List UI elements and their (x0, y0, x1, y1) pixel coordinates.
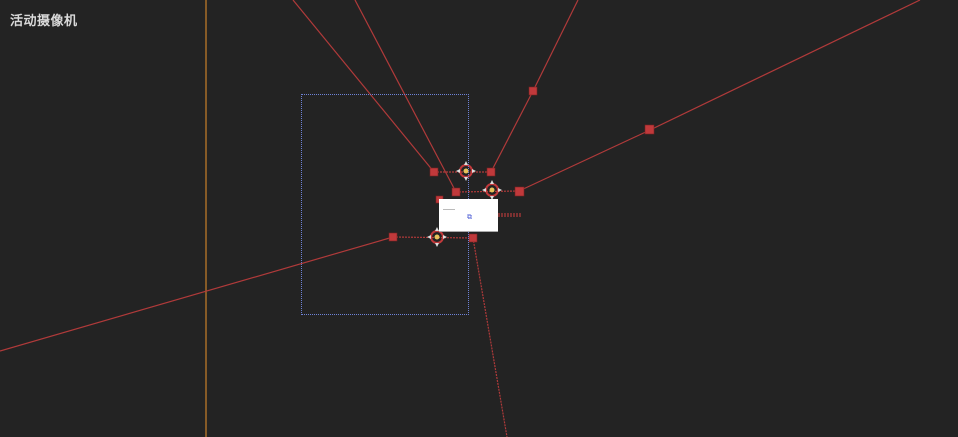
editor-viewport[interactable]: ⧉ 活动摄像机 (0, 0, 958, 437)
card-divider (443, 209, 455, 210)
handle-square-icon[interactable] (644, 124, 655, 135)
handle-square-icon[interactable] (486, 167, 496, 177)
handle-square-icon[interactable] (468, 233, 478, 243)
handle-square-icon[interactable] (514, 186, 525, 197)
link-line (518, 129, 651, 192)
target-crosshair-icon[interactable] (482, 180, 502, 200)
handle-square-icon[interactable] (528, 86, 538, 96)
link-line (532, 0, 579, 92)
link-line (649, 0, 921, 131)
node-card[interactable]: ⧉ (439, 199, 498, 232)
active-camera-label: 活动摄像机 (10, 14, 78, 29)
link-line (472, 237, 508, 437)
link-line (490, 90, 534, 173)
node-glyph-icon: ⧉ (467, 213, 472, 221)
